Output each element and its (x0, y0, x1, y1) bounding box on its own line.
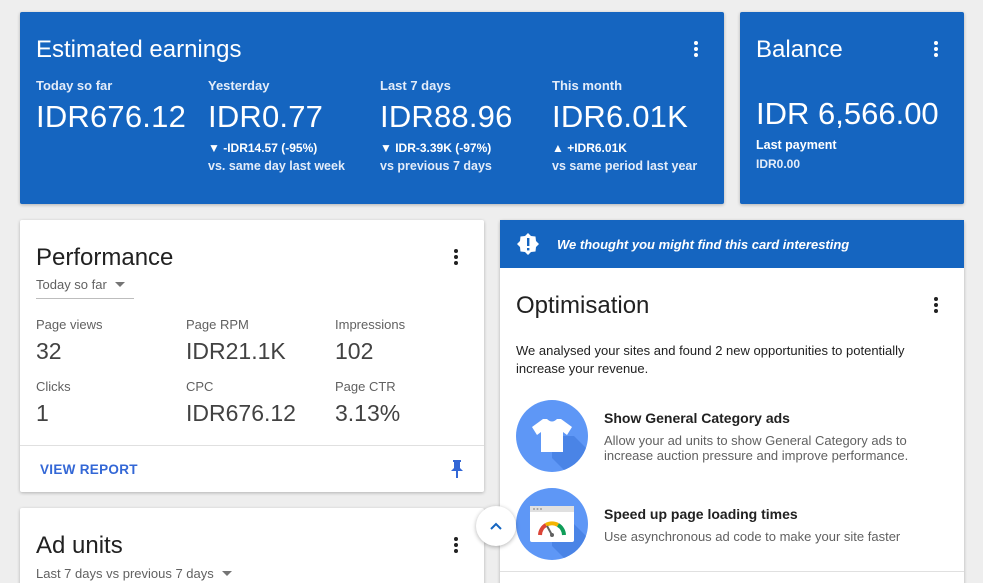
stat-value: 102 (335, 338, 374, 364)
balance-amount: IDR 6,566.00 (756, 96, 939, 131)
opportunity-title: Show General Category ads (604, 410, 790, 426)
speedometer-icon (516, 488, 588, 560)
stat-clicks: Clicks 1 (36, 379, 176, 427)
metric-last-7-days: Last 7 days IDR88.96 ▼ IDR-3.39K (-97%) … (380, 78, 550, 173)
optimisation-title: Optimisation (516, 292, 650, 319)
earnings-more-icon[interactable] (684, 37, 708, 61)
stat-value: 3.13% (335, 400, 401, 426)
metric-today: Today so far IDR676.12 (36, 78, 206, 135)
metric-value: IDR88.96 (380, 99, 513, 134)
opportunity-item[interactable]: Speed up page loading times Use asynchro… (516, 488, 946, 560)
stat-label: CPC (186, 379, 214, 394)
dropdown-label: Today so far (36, 277, 107, 292)
metric-label: Today so far (36, 78, 113, 93)
alert-badge-icon (517, 233, 539, 260)
chevron-down-icon (221, 571, 232, 576)
stat-label: Page RPM (186, 317, 249, 332)
estimated-earnings-card: Estimated earnings Today so far IDR676.1… (20, 12, 724, 204)
suggestion-banner: We thought you might find this card inte… (500, 220, 964, 268)
stat-page-views: Page views 32 (36, 317, 176, 365)
scroll-up-button[interactable] (476, 506, 516, 546)
metric-comparison: vs same period last year (552, 159, 698, 173)
stat-label: Clicks (36, 379, 71, 394)
stat-value: IDR676.12 (186, 400, 296, 426)
ad-units-card: Ad units Last 7 days vs previous 7 days (20, 508, 484, 583)
stat-label: Page views (36, 317, 103, 332)
divider (500, 571, 964, 572)
chevron-up-icon (490, 522, 502, 530)
stat-value: 32 (36, 338, 62, 364)
ad-units-more-icon[interactable] (444, 533, 468, 557)
stat-value: 1 (36, 400, 49, 426)
optimisation-more-icon[interactable] (924, 293, 948, 317)
stat-impressions: Impressions 102 (335, 317, 475, 365)
optimisation-card: We thought you might find this card inte… (500, 220, 964, 583)
metric-change: ▼ -IDR14.57 (-95%) (208, 141, 318, 155)
performance-title: Performance (36, 244, 174, 271)
metric-label: This month (552, 78, 623, 93)
balance-more-icon[interactable] (924, 37, 948, 61)
metric-change: ▼ IDR-3.39K (-97%) (380, 141, 492, 155)
metric-this-month: This month IDR6.01K ▲ +IDR6.01K vs same … (552, 78, 722, 173)
stat-page-rpm: Page RPM IDR21.1K (186, 317, 326, 365)
tshirt-icon (516, 400, 588, 472)
balance-card: Balance IDR 6,566.00 Last payment IDR0.0… (740, 12, 964, 204)
metric-label: Yesterday (208, 78, 270, 93)
metric-value: IDR6.01K (552, 99, 688, 134)
stat-label: Page CTR (335, 379, 396, 394)
earnings-title: Estimated earnings (36, 36, 242, 63)
opportunity-description: Allow your ad units to show General Cate… (604, 433, 909, 463)
stat-value: IDR21.1K (186, 338, 286, 364)
performance-range-dropdown[interactable]: Today so far (36, 277, 134, 299)
optimisation-description: We analysed your sites and found 2 new o… (516, 343, 905, 376)
view-report-link[interactable]: VIEW REPORT (40, 462, 138, 477)
performance-card: Performance Today so far Page views 32 P… (20, 220, 484, 492)
opportunity-item[interactable]: Show General Category ads Allow your ad … (516, 400, 946, 472)
metric-change: ▲ +IDR6.01K (552, 141, 627, 155)
stat-label: Impressions (335, 317, 406, 332)
pin-icon[interactable] (450, 460, 464, 483)
ad-units-title: Ad units (36, 532, 123, 559)
metric-label: Last 7 days (380, 78, 451, 93)
stat-page-ctr: Page CTR 3.13% (335, 379, 475, 427)
ad-units-range-dropdown[interactable]: Last 7 days vs previous 7 days (36, 566, 232, 583)
performance-more-icon[interactable] (444, 245, 468, 269)
metric-comparison: vs previous 7 days (380, 159, 492, 173)
banner-text: We thought you might find this card inte… (557, 237, 850, 252)
opportunity-title: Speed up page loading times (604, 506, 798, 522)
last-payment-label: Last payment (756, 138, 837, 152)
metric-value: IDR676.12 (36, 99, 187, 134)
balance-title: Balance (756, 36, 843, 63)
dropdown-label: Last 7 days vs previous 7 days (36, 566, 214, 581)
metric-comparison: vs. same day last week (208, 159, 345, 173)
stat-cpc: CPC IDR676.12 (186, 379, 326, 427)
opportunity-description: Use asynchronous ad code to make your si… (604, 529, 901, 544)
metric-value: IDR0.77 (208, 99, 324, 134)
metric-yesterday: Yesterday IDR0.77 ▼ -IDR14.57 (-95%) vs.… (208, 78, 378, 173)
performance-footer: VIEW REPORT (20, 445, 484, 492)
chevron-down-icon (114, 282, 125, 287)
last-payment-value: IDR0.00 (756, 157, 801, 171)
